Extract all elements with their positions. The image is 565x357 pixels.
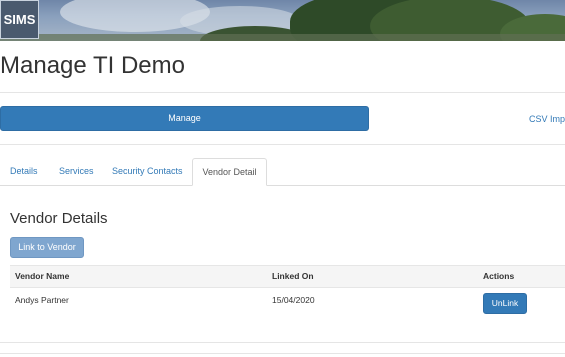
- vendor-name-cell: Andys Partner: [15, 295, 69, 305]
- tab-services[interactable]: Services: [59, 158, 94, 185]
- column-header-linked-on: Linked On: [272, 271, 314, 281]
- divider: [0, 353, 565, 354]
- banner-ground: [0, 34, 565, 41]
- page-title: Manage TI Demo: [0, 52, 185, 79]
- tab-security-contacts[interactable]: Security Contacts: [112, 158, 183, 185]
- tab-details[interactable]: Details: [10, 158, 38, 185]
- divider: [0, 342, 565, 343]
- tab-bar: Details Services Security Contacts Vendo…: [0, 158, 565, 186]
- unlink-button[interactable]: UnLink: [483, 293, 527, 314]
- section-title: Vendor Details: [10, 210, 108, 227]
- column-header-actions: Actions: [483, 271, 515, 281]
- tab-vendor-detail[interactable]: Vendor Detail: [192, 158, 267, 186]
- divider: [0, 144, 565, 145]
- csv-import-link[interactable]: CSV Impo: [529, 114, 565, 124]
- header-banner: [0, 0, 565, 41]
- linked-on-cell: 15/04/2020: [272, 295, 315, 305]
- column-header-vendor-name: Vendor Name: [15, 271, 70, 281]
- manage-button[interactable]: Manage: [0, 106, 369, 131]
- link-to-vendor-button[interactable]: Link to Vendor: [10, 237, 84, 258]
- app-logo[interactable]: SIMS: [0, 0, 39, 39]
- table-header: Vendor Name Linked On Actions: [10, 265, 565, 288]
- divider: [0, 92, 565, 93]
